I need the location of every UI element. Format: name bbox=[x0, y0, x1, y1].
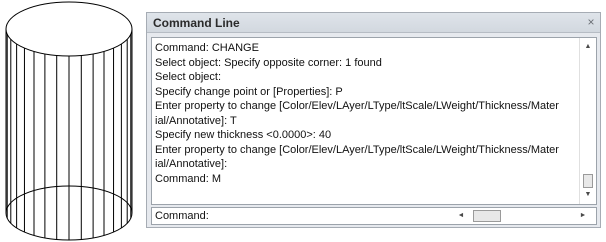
history-line: Select object: Specify opposite corner: … bbox=[155, 56, 382, 69]
history-line: Select object: bbox=[155, 71, 222, 83]
command-input-row: ◄ ► bbox=[151, 207, 597, 225]
vertical-scroll-thumb[interactable] bbox=[583, 174, 593, 188]
history-line: Command: CHANGE bbox=[155, 42, 259, 54]
history-line: Command: M bbox=[155, 172, 222, 185]
cylinder-drawing bbox=[5, 1, 133, 241]
horizontal-scroll-thumb[interactable] bbox=[473, 210, 501, 222]
history-line: ial/Annotative]: bbox=[155, 158, 228, 170]
vertical-scrollbar[interactable]: ▲ ▼ bbox=[579, 38, 596, 204]
scroll-up-arrow-icon[interactable]: ▲ bbox=[580, 40, 596, 54]
cylinder-top-ellipse bbox=[5, 1, 133, 57]
command-input[interactable] bbox=[155, 209, 445, 223]
command-line-window: Command Line × Command: CHANGE Select ob… bbox=[146, 12, 601, 228]
scroll-right-arrow-icon[interactable]: ► bbox=[576, 209, 590, 223]
command-history-lines: Command: CHANGE Select object: Specify o… bbox=[155, 41, 573, 186]
scroll-left-arrow-icon[interactable]: ◄ bbox=[454, 209, 468, 223]
window-title: Command Line bbox=[153, 16, 240, 30]
history-line: Specify change point or [Properties]: P bbox=[155, 85, 343, 98]
history-line: Enter property to change [Color/Elev/LAy… bbox=[155, 100, 559, 112]
scroll-down-arrow-icon[interactable]: ▼ bbox=[580, 188, 596, 202]
history-line: ial/Annotative]: T bbox=[155, 114, 237, 127]
command-line-titlebar[interactable]: Command Line × bbox=[147, 13, 600, 33]
cylinder-generator-lines bbox=[5, 29, 133, 240]
history-line: Enter property to change [Color/Elev/LAy… bbox=[155, 143, 559, 156]
close-icon[interactable]: × bbox=[584, 14, 598, 30]
command-history[interactable]: Command: CHANGE Select object: Specify o… bbox=[151, 37, 597, 205]
horizontal-scrollbar[interactable]: ◄ ► bbox=[452, 209, 592, 223]
screen: Command Line × Command: CHANGE Select ob… bbox=[0, 0, 606, 242]
history-line: Specify new thickness <0.0000>: 40 bbox=[155, 129, 332, 141]
